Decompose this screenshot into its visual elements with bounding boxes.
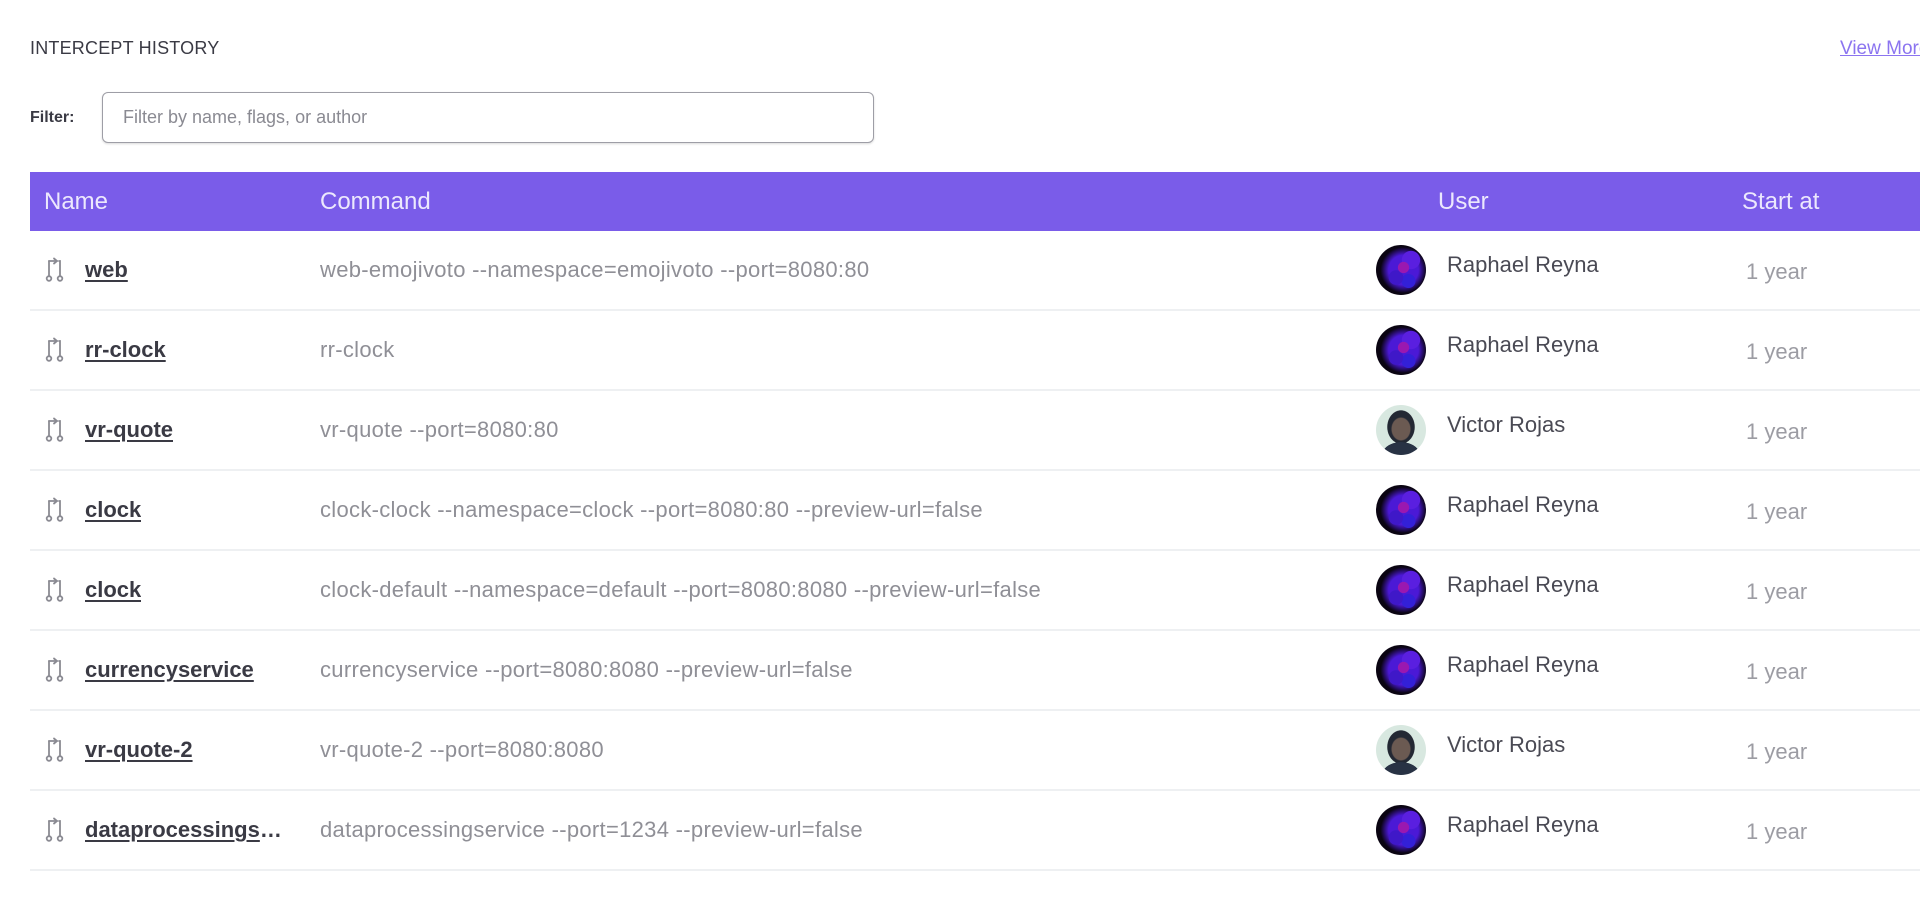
intercept-name-link[interactable]: web (85, 257, 128, 283)
column-header-command[interactable]: Command (320, 188, 431, 216)
intercept-icon (45, 417, 64, 442)
intercept-name-link[interactable]: currencyservice (85, 657, 254, 683)
user-name: Raphael Reyna (1447, 572, 1599, 598)
intercept-command: clock-clock --namespace=clock --port=808… (320, 497, 983, 522)
intercept-command: rr-clock (320, 337, 395, 362)
filter-bar: Filter: (30, 90, 874, 145)
user-avatar[interactable] (1376, 805, 1426, 855)
intercept-name-link[interactable]: clock (85, 577, 141, 603)
intercept-name-link[interactable]: clock (85, 497, 141, 523)
user-name: Victor Rojas (1447, 412, 1566, 438)
intercept-command: clock-default --namespace=default --port… (320, 577, 1042, 602)
user-name: Raphael Reyna (1447, 332, 1599, 358)
user-name: Raphael Reyna (1447, 812, 1599, 838)
user-name: Raphael Reyna (1447, 492, 1599, 518)
start-time: 1 year (1746, 338, 1808, 364)
table-row[interactable]: vr-quote vr-quote --port=8080:80 Victor … (30, 391, 1920, 471)
filter-input[interactable] (102, 92, 874, 143)
user-name: Raphael Reyna (1447, 652, 1599, 678)
start-time: 1 year (1746, 498, 1808, 524)
user-avatar[interactable] (1376, 405, 1426, 455)
intercept-icon (45, 817, 64, 842)
intercept-icon (45, 257, 64, 282)
intercept-name-link[interactable]: dataprocessingservice (85, 817, 285, 843)
user-name: Victor Rojas (1447, 732, 1566, 758)
intercept-name-link[interactable]: rr-clock (85, 337, 166, 363)
filter-label: Filter: (30, 108, 75, 126)
view-more-link[interactable]: View More (1840, 38, 1920, 60)
intercept-command: currencyservice --port=8080:8080 --previ… (320, 657, 853, 682)
table-row[interactable]: dataprocessingservice dataprocessingserv… (30, 791, 1920, 871)
intercept-icon (45, 577, 64, 602)
user-avatar[interactable] (1376, 565, 1426, 615)
table-row[interactable]: vr-quote-2 vr-quote-2 --port=8080:8080 V… (30, 711, 1920, 791)
table-header: Name Command User Start at (30, 172, 1920, 231)
start-time: 1 year (1746, 418, 1808, 444)
column-header-name[interactable]: Name (44, 188, 108, 216)
intercept-icon (45, 497, 64, 522)
section-title: INTERCEPT HISTORY (30, 38, 220, 58)
user-name: Raphael Reyna (1447, 252, 1599, 278)
start-time: 1 year (1746, 658, 1808, 684)
column-header-user[interactable]: User (1438, 188, 1489, 216)
intercept-icon (45, 657, 64, 682)
table-row[interactable]: clock clock-default --namespace=default … (30, 551, 1920, 631)
user-avatar[interactable] (1376, 325, 1426, 375)
table-row[interactable]: web web-emojivoto --namespace=emojivoto … (30, 231, 1920, 311)
user-avatar[interactable] (1376, 245, 1426, 295)
user-avatar[interactable] (1376, 645, 1426, 695)
intercept-command: vr-quote-2 --port=8080:8080 (320, 737, 604, 762)
user-avatar[interactable] (1376, 725, 1426, 775)
intercept-icon (45, 337, 64, 362)
intercept-command: web-emojivoto --namespace=emojivoto --po… (320, 257, 870, 282)
start-time: 1 year (1746, 578, 1808, 604)
start-time: 1 year (1746, 738, 1808, 764)
column-header-start-at[interactable]: Start at (1742, 188, 1819, 216)
table-row[interactable]: clock clock-clock --namespace=clock --po… (30, 471, 1920, 551)
start-time: 1 year (1746, 258, 1808, 284)
table-row[interactable]: rr-clock rr-clock Raphael Reyna 1 year (30, 311, 1920, 391)
table-row[interactable]: currencyservice currencyservice --port=8… (30, 631, 1920, 711)
intercept-command: dataprocessingservice --port=1234 --prev… (320, 817, 863, 842)
intercept-history-table: Name Command User Start at web web-emoji… (30, 172, 1920, 871)
intercept-icon (45, 737, 64, 762)
table-body: web web-emojivoto --namespace=emojivoto … (30, 231, 1920, 871)
start-time: 1 year (1746, 818, 1808, 844)
user-avatar[interactable] (1376, 485, 1426, 535)
intercept-command: vr-quote --port=8080:80 (320, 417, 559, 442)
intercept-name-link[interactable]: vr-quote (85, 417, 173, 443)
intercept-name-link[interactable]: vr-quote-2 (85, 737, 193, 763)
